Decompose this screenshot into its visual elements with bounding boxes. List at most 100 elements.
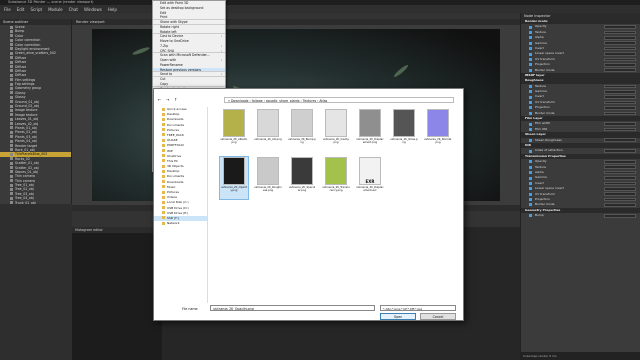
pin-icon[interactable] (529, 176, 532, 180)
file-item[interactable]: ushnenia_2K_Opacity.png (219, 156, 249, 200)
menu-edit[interactable]: Edit (17, 7, 25, 12)
context-menu-item-label: Send to (160, 72, 173, 77)
inspector-value-field[interactable] (604, 165, 636, 170)
file-item[interactable]: ushnenia_2K_Translucency.png (322, 157, 350, 199)
inspector-value-field[interactable] (604, 181, 636, 186)
nav-item-label: Music (167, 184, 176, 189)
inspector-value-field[interactable] (604, 122, 636, 126)
pin-icon[interactable] (529, 192, 532, 196)
inspector-value-field[interactable] (604, 203, 636, 207)
file-item[interactable]: ushnenia_2K_AO.png (254, 109, 282, 151)
inspector-row[interactable]: Bump (521, 213, 640, 218)
pin-icon[interactable] (529, 149, 532, 153)
nav-forward-icon[interactable]: → (166, 97, 169, 102)
menu-file[interactable]: File (4, 7, 11, 12)
inspector-value-field[interactable] (604, 100, 636, 105)
file-item[interactable]: ushnenia_2K_Displacement.png (356, 109, 384, 151)
inspector-value-field[interactable] (604, 127, 636, 132)
file-name: ushnenia_2K_Normal.png (424, 138, 452, 145)
pin-icon[interactable] (529, 57, 532, 61)
pin-icon[interactable] (529, 106, 532, 110)
inspector-value-field[interactable] (604, 68, 636, 72)
file-item[interactable]: ushnenia_2K_Albedo.png (220, 109, 248, 151)
context-menu-item-label: Edit (160, 10, 167, 15)
inspector-value-field[interactable] (604, 57, 636, 62)
file-item[interactable]: EXR ushnenia_2K_Displacement.exr (356, 157, 384, 199)
cancel-button[interactable]: Cancel (420, 313, 456, 320)
scene-tree-item-label: Geometry group (15, 86, 42, 91)
nav-item[interactable]: Network (154, 221, 207, 226)
pin-icon[interactable] (529, 214, 532, 218)
pin-icon[interactable] (529, 165, 532, 169)
pin-icon[interactable] (529, 138, 532, 142)
inspector-value-field[interactable] (604, 89, 636, 94)
inspector-value-field[interactable] (604, 52, 636, 56)
pin-icon[interactable] (529, 68, 532, 72)
inspector-value-field[interactable] (604, 111, 636, 116)
menu-module[interactable]: Module (48, 7, 63, 12)
nav-back-icon[interactable]: ← (158, 97, 161, 102)
inspector-value-field[interactable] (604, 25, 636, 29)
inspector-value-field[interactable] (604, 46, 636, 51)
pin-icon[interactable] (529, 203, 532, 207)
pin-icon[interactable] (529, 84, 532, 88)
inspector-value-field[interactable] (604, 84, 636, 89)
nav-up-icon[interactable]: ↑ (174, 97, 177, 102)
pin-icon[interactable] (529, 187, 532, 191)
file-item[interactable]: ushnenia_2K_Specular.png (288, 157, 316, 199)
pin-icon[interactable] (529, 25, 532, 29)
inspector-value-field[interactable] (604, 192, 636, 196)
inspector-value-field[interactable] (604, 138, 636, 143)
address-bar[interactable]: « Downloads › foliage › aquatic_shore_pl… (224, 97, 454, 103)
inspector-value-field[interactable] (604, 95, 636, 99)
pin-icon[interactable] (529, 95, 532, 99)
pin-icon[interactable] (529, 160, 532, 164)
inspector-value-field[interactable] (604, 197, 636, 202)
pin-icon[interactable] (529, 122, 532, 126)
scene-tree-item-label: Tree_01_obj (15, 183, 34, 188)
file-item[interactable]: ushnenia_2K_Cavity.png (322, 109, 350, 151)
pin-icon[interactable] (529, 52, 532, 56)
menu-windows[interactable]: Windows (84, 7, 102, 12)
pin-icon[interactable] (529, 63, 532, 67)
menu-chat[interactable]: Chat (69, 7, 78, 12)
scene-tree-item-label: Stones_01_obj (15, 169, 38, 174)
file-item[interactable]: ushnenia_2K_Bump.png (288, 109, 316, 151)
open-button[interactable]: Open (380, 313, 416, 320)
inspector-value-field[interactable] (604, 176, 636, 180)
histogram-panel[interactable] (72, 233, 162, 360)
inspector-value-field[interactable] (604, 106, 636, 110)
pin-icon[interactable] (529, 30, 532, 34)
pin-icon[interactable] (529, 198, 532, 202)
scene-tree-item-label: Diffuse (15, 60, 27, 65)
filename-input[interactable]: ushnenia_2K_Opacity.png (210, 305, 375, 311)
file-item[interactable]: ushnenia_2K_Roughness.png (254, 157, 282, 199)
pin-icon[interactable] (529, 41, 532, 45)
file-item[interactable]: ushnenia_2K_Gloss.png (390, 109, 418, 151)
pin-icon[interactable] (529, 101, 532, 105)
scene-tree-item-label: Diffuse (15, 64, 27, 69)
inspector-value-field[interactable] (604, 213, 636, 218)
inspector-value-field[interactable] (604, 36, 636, 40)
file-item[interactable]: ushnenia_2K_Normal.png (424, 109, 452, 151)
pin-icon[interactable] (529, 47, 532, 51)
inspector-value-field[interactable] (604, 170, 636, 175)
menu-help[interactable]: Help (108, 7, 117, 12)
inspector-value-field[interactable] (604, 41, 636, 46)
inspector-value-field[interactable] (604, 187, 636, 191)
scene-tree-item-label: Plants_01_obj (15, 125, 37, 130)
file-type-filter[interactable]: *.dds;*.png;*.tif;*.tiff;*.jpg (380, 305, 456, 311)
pin-icon[interactable] (529, 128, 532, 131)
menu-script[interactable]: Script (30, 7, 42, 12)
pin-icon[interactable] (529, 171, 532, 175)
inspector-value-field[interactable] (604, 149, 636, 153)
pin-icon[interactable] (529, 36, 532, 40)
inspector-value-field[interactable] (604, 160, 636, 164)
node-type-icon (10, 34, 13, 38)
pin-icon[interactable] (529, 90, 532, 94)
pin-icon[interactable] (529, 111, 532, 115)
pin-icon[interactable] (529, 181, 532, 185)
context-menu-item-label: Cut (160, 77, 166, 81)
inspector-value-field[interactable] (604, 30, 636, 35)
inspector-value-field[interactable] (604, 63, 636, 67)
